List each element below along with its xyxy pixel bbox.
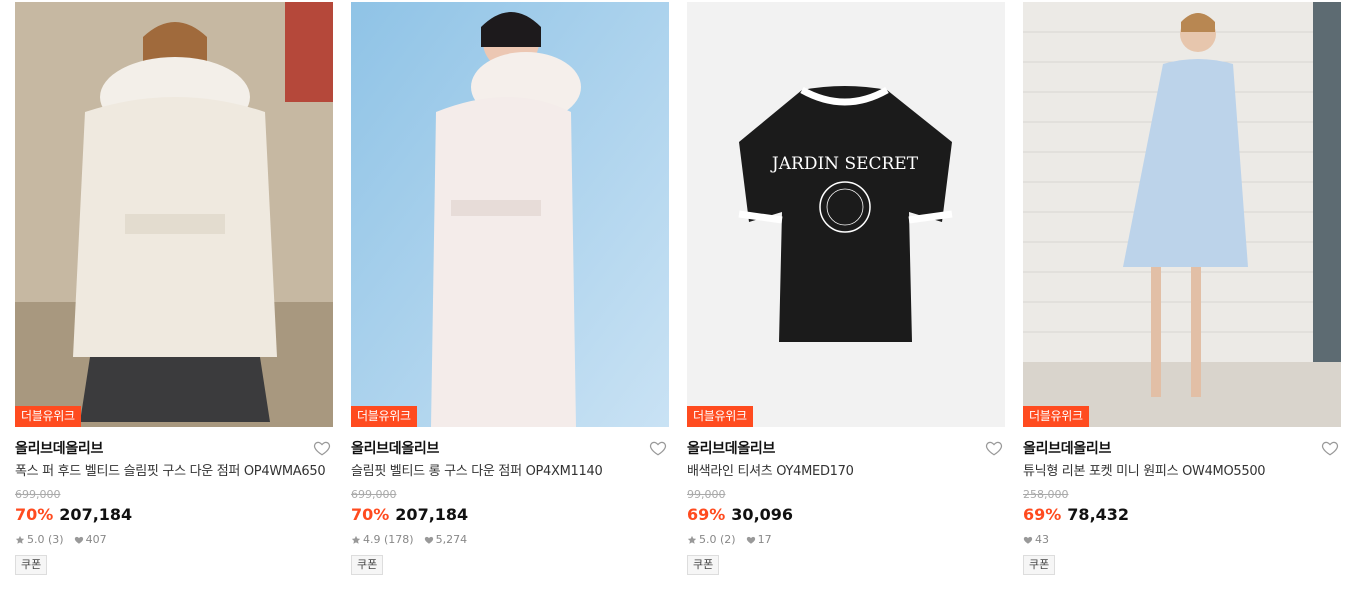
review-meta: 43	[1023, 533, 1341, 547]
discount-rate: 70%	[351, 505, 390, 524]
like-heart-icon	[746, 536, 755, 544]
promo-badge: 더블유위크	[15, 406, 81, 427]
promo-badge: 더블유위크	[351, 406, 417, 427]
product-card[interactable]: 더블유위크 올리브데올리브 튜닉형 리본 포켓 미니 원피스 OW4MO5500…	[1023, 2, 1341, 575]
like-heart-icon	[1023, 536, 1033, 544]
original-price: 699,000	[351, 488, 397, 501]
star-icon	[351, 535, 361, 544]
coupon-tag: 쿠폰	[1023, 555, 1056, 575]
like-count: 5,274	[435, 533, 468, 546]
brand-name[interactable]: 올리브데올리브	[687, 438, 775, 458]
product-photo-dress	[1023, 2, 1341, 427]
review-meta: 4.9 (178) 5,274	[351, 533, 669, 547]
review-meta: 5.0 (3) 407	[15, 533, 333, 547]
brand-name[interactable]: 올리브데올리브	[1023, 438, 1111, 458]
like-count: 43	[1035, 533, 1049, 546]
rating-text: 4.9 (178)	[363, 533, 414, 546]
coupon-tag: 쿠폰	[15, 555, 48, 575]
brand-name[interactable]: 올리브데올리브	[15, 438, 103, 458]
tshirt-print-text: JARDIN SECRET	[770, 154, 919, 174]
heart-icon[interactable]	[649, 439, 667, 457]
original-price: 258,000	[1023, 488, 1069, 501]
product-grid: 더블유위크 올리브데올리브 폭스 퍼 후드 벨티드 슬림핏 구스 다운 점퍼 O…	[0, 0, 1349, 606]
coupon-tag: 쿠폰	[687, 555, 720, 575]
rating-text: 5.0 (2)	[699, 533, 736, 546]
like-heart-icon	[424, 536, 433, 544]
product-name[interactable]: 슬림핏 벨티드 롱 구스 다운 점퍼 OP4XM1140	[351, 462, 663, 481]
rating-text: 5.0 (3)	[27, 533, 64, 546]
promo-badge: 더블유위크	[1023, 406, 1089, 427]
discount-rate: 69%	[687, 505, 726, 524]
product-name[interactable]: 배색라인 티셔츠 OY4MED170	[687, 462, 999, 481]
star-icon	[687, 535, 697, 544]
product-card[interactable]: JARDIN SECRET 더블유위크 올리브데올리브 배색라인 티셔츠 OY4…	[687, 2, 1005, 575]
promo-badge: 더블유위크	[687, 406, 753, 427]
product-image[interactable]: JARDIN SECRET 더블유위크	[687, 2, 1005, 427]
review-meta: 5.0 (2) 17	[687, 533, 1005, 547]
sale-price: 78,432	[1067, 505, 1130, 524]
product-name[interactable]: 튜닉형 리본 포켓 미니 원피스 OW4MO5500	[1023, 462, 1335, 481]
product-card[interactable]: 더블유위크 올리브데올리브 폭스 퍼 후드 벨티드 슬림핏 구스 다운 점퍼 O…	[15, 2, 333, 575]
discount-rate: 69%	[1023, 505, 1062, 524]
heart-icon[interactable]	[985, 439, 1003, 457]
original-price: 99,000	[687, 488, 726, 501]
star-icon	[15, 535, 25, 544]
price-row: 70% 207,184	[15, 504, 333, 526]
discount-rate: 70%	[15, 505, 54, 524]
coupon-tag: 쿠폰	[351, 555, 384, 575]
product-image[interactable]: 더블유위크	[15, 2, 333, 427]
like-heart-icon	[74, 536, 83, 544]
heart-icon[interactable]	[313, 439, 331, 457]
like-count: 407	[85, 533, 107, 546]
product-card[interactable]: 더블유위크 올리브데올리브 슬림핏 벨티드 롱 구스 다운 점퍼 OP4XM11…	[351, 2, 669, 575]
sale-price: 207,184	[59, 505, 133, 524]
sale-price: 30,096	[731, 505, 794, 524]
product-name[interactable]: 폭스 퍼 후드 벨티드 슬림핏 구스 다운 점퍼 OP4WMA650	[15, 462, 327, 481]
product-photo-jacket	[15, 2, 333, 427]
price-row: 69% 30,096	[687, 504, 1005, 526]
price-row: 69% 78,432	[1023, 504, 1341, 526]
sale-price: 207,184	[395, 505, 469, 524]
price-row: 70% 207,184	[351, 504, 669, 526]
product-photo-long-coat	[351, 2, 669, 427]
like-count: 17	[757, 533, 772, 546]
product-image[interactable]: 더블유위크	[1023, 2, 1341, 427]
heart-icon[interactable]	[1321, 439, 1339, 457]
original-price: 699,000	[15, 488, 61, 501]
product-image[interactable]: 더블유위크	[351, 2, 669, 427]
brand-name[interactable]: 올리브데올리브	[351, 438, 439, 458]
product-photo-tshirt: JARDIN SECRET	[687, 2, 1005, 427]
